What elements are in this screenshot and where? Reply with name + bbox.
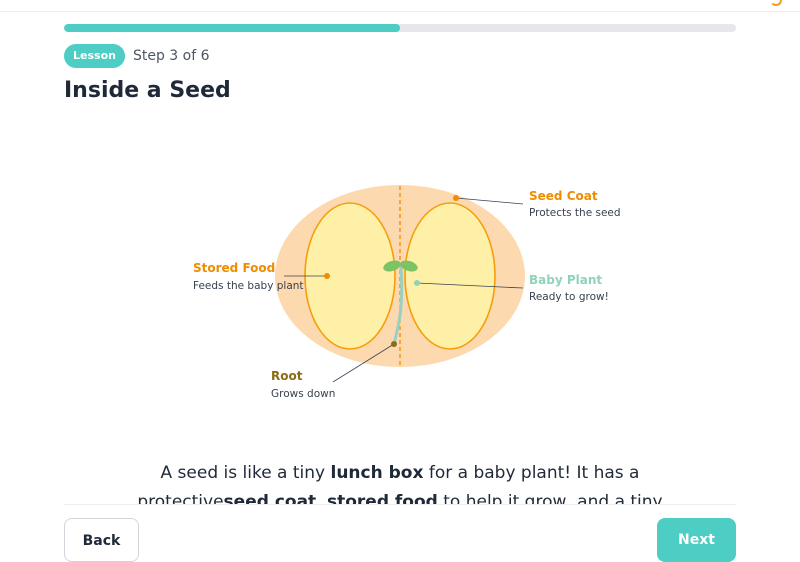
leaf-left-icon [383, 260, 401, 272]
loading-icon [770, 0, 782, 6]
baby-plant-label: Baby Plant [529, 273, 602, 287]
root-dot [391, 341, 397, 347]
bold-term: lunch box [330, 463, 424, 483]
seed-coat-label: Seed Coat [529, 189, 598, 203]
root-leader [332, 343, 395, 383]
baby-plant-dot [414, 280, 420, 286]
text-segment: to help it grow, and a tiny [437, 492, 663, 504]
bold-term: seed coat [223, 492, 317, 504]
text-segment: A seed is like a tiny [160, 463, 331, 483]
text-segment: protective [137, 492, 224, 504]
bold-term: stored food [326, 492, 438, 504]
lesson-meta: Lesson Step 3 of 6 [64, 44, 210, 68]
next-button[interactable]: Next [657, 518, 736, 562]
leaf-right-icon [400, 260, 418, 272]
progress-fill [64, 24, 400, 32]
lesson-badge: Lesson [64, 44, 125, 68]
lesson-paragraph: A seed is like a tiny lunch box for a ba… [64, 459, 736, 504]
baby-plant-leader [416, 282, 524, 289]
lesson-progress-bar [64, 24, 736, 32]
right-cotyledon [404, 202, 496, 350]
left-cotyledon [304, 202, 396, 350]
seed-coat-desc: Protects the seed [529, 207, 621, 219]
text-segment: , [316, 492, 327, 504]
root-desc: Grows down [271, 388, 335, 400]
seed-coat-dot [453, 195, 459, 201]
stored-food-label: Stored Food [193, 261, 275, 275]
top-bar [0, 0, 800, 12]
seed-coat-shape [275, 185, 525, 367]
root-stem [392, 266, 404, 347]
step-indicator: Step 3 of 6 [132, 48, 210, 64]
baby-plant-desc: Ready to grow! [529, 291, 609, 303]
back-button[interactable]: Back [64, 518, 139, 562]
page-title: Inside a Seed [64, 78, 231, 103]
footer-divider [64, 504, 736, 505]
lesson-text: A seed is like a tiny lunch box for a ba… [0, 459, 800, 504]
stored-food-desc: Feeds the baby plant [193, 280, 304, 292]
text-segment: for a baby plant! It has a [423, 463, 640, 483]
seed-coat-leader [455, 197, 524, 205]
stored-food-dot [324, 273, 330, 279]
root-label: Root [271, 369, 303, 383]
